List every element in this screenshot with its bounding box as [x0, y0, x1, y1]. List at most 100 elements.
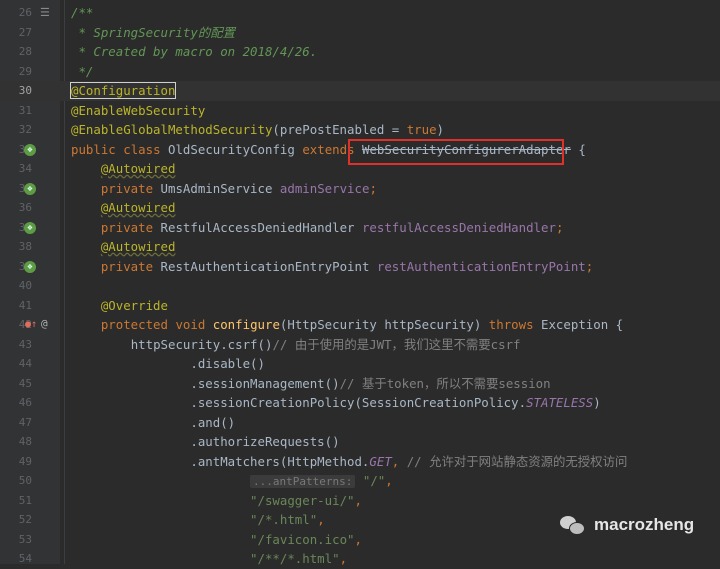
- code-line-45[interactable]: 45 .sessionManagement()// 基于token，所以不需要s…: [0, 374, 720, 394]
- code-line-54[interactable]: 54 "/**/*.html",: [0, 549, 720, 569]
- code-token: ,: [354, 492, 362, 508]
- line-number: 30: [18, 84, 32, 97]
- at-icon[interactable]: @: [41, 318, 48, 330]
- field-name[interactable]: restAuthenticationEntryPoint: [377, 259, 586, 274]
- line-number: 28: [18, 45, 32, 58]
- field-name[interactable]: adminService: [280, 181, 370, 196]
- code-line-36[interactable]: 36 @Autowired: [0, 198, 720, 218]
- parameter-hint: ...antPatterns:: [250, 475, 356, 488]
- wechat-icon: [560, 514, 586, 536]
- code-token: ;: [555, 219, 564, 235]
- line-number: 29: [18, 64, 32, 78]
- annotation-configuration[interactable]: @Configuration: [69, 82, 177, 99]
- keyword-void: void: [175, 317, 206, 332]
- line-number: 31: [18, 103, 32, 117]
- code-line-29[interactable]: 29 */: [0, 62, 720, 82]
- code-line-51[interactable]: 51 "/swagger-ui/",: [0, 491, 720, 511]
- code-token: {: [615, 317, 624, 332]
- doc-comment-open: /**: [71, 5, 94, 20]
- spring-bean-icon[interactable]: ❖: [24, 143, 36, 156]
- code-line-49[interactable]: 49 .antMatchers(HttpMethod.GET, // 允许对于网…: [0, 452, 720, 472]
- doc-comment-text: * SpringSecurity的配置: [71, 24, 235, 40]
- code-token: (prePostEnabled =: [272, 122, 407, 137]
- watermark-text: macrozheng: [594, 515, 695, 534]
- line-comment: // 由于使用的是JWT，我们这里不需要csrf: [272, 336, 521, 352]
- code-line-30[interactable]: 30 @Configuration: [0, 81, 720, 101]
- code-line-27[interactable]: 27 * SpringSecurity的配置: [0, 23, 720, 43]
- line-number: 34: [18, 162, 32, 175]
- static-constant[interactable]: STATELESS: [526, 395, 593, 410]
- code-token: ,: [354, 531, 362, 547]
- keyword-private: private: [100, 258, 154, 274]
- string-literal: "/*.html": [250, 512, 318, 527]
- spring-bean-icon[interactable]: ❖: [24, 221, 36, 234]
- keyword-class: class: [123, 141, 161, 157]
- code-line-31[interactable]: 31 @EnableWebSecurity: [0, 101, 720, 121]
- annotation-autowired[interactable]: @Autowired: [101, 239, 176, 254]
- keyword-true: true: [406, 122, 437, 137]
- code-token: .and(): [190, 414, 236, 430]
- code-line-46[interactable]: 46 .sessionCreationPolicy(SessionCreatio…: [0, 393, 720, 413]
- code-line-26[interactable]: 26 ☰ /**: [0, 3, 720, 23]
- code-token: .antMatchers(HttpMethod.: [190, 453, 370, 469]
- type-name[interactable]: RestfulAccessDeniedHandler: [161, 220, 355, 235]
- code-line-34[interactable]: 34 @Autowired: [0, 159, 720, 179]
- method-name[interactable]: configure: [213, 317, 280, 332]
- annotation-override[interactable]: @Override: [101, 298, 168, 313]
- class-name[interactable]: OldSecurityConfig: [168, 142, 295, 157]
- code-line-38[interactable]: 38 @Autowired: [0, 237, 720, 257]
- code-line-35[interactable]: 35 ❖ private UmsAdminService adminServic…: [0, 179, 720, 199]
- override-icon[interactable]: ●↑: [25, 319, 37, 331]
- keyword-protected: protected: [100, 317, 168, 332]
- line-number: 40: [18, 279, 32, 292]
- code-line-39[interactable]: 39 ❖ private RestAuthenticationEntryPoin…: [0, 257, 720, 277]
- line-number: 44: [18, 357, 32, 370]
- line-number: 53: [18, 532, 32, 546]
- code-line-48[interactable]: 48 .authorizeRequests(): [0, 432, 720, 452]
- code-token: httpSecurity.csrf(): [130, 336, 273, 352]
- code-line-40[interactable]: 40: [0, 276, 720, 296]
- spring-bean-icon[interactable]: ❖: [24, 260, 36, 273]
- line-number: 46: [18, 396, 32, 409]
- spring-bean-icon[interactable]: ❖: [24, 182, 36, 195]
- code-line-50[interactable]: 50 ...antPatterns: "/",: [0, 471, 720, 491]
- type-name[interactable]: Exception: [541, 317, 608, 332]
- code-line-44[interactable]: 44 .disable(): [0, 354, 720, 374]
- line-number: 38: [18, 240, 32, 253]
- list-icon[interactable]: ☰: [40, 7, 50, 19]
- keyword-throws: throws: [488, 317, 534, 332]
- code-line-43[interactable]: 43 httpSecurity.csrf()// 由于使用的是JWT，我们这里不…: [0, 335, 720, 355]
- code-line-47[interactable]: 47 .and(): [0, 413, 720, 433]
- line-number: 47: [18, 415, 32, 429]
- code-token: {: [578, 141, 586, 157]
- type-name[interactable]: UmsAdminService: [161, 181, 273, 196]
- code-line-32[interactable]: 32 @EnableGlobalMethodSecurity(prePostEn…: [0, 120, 720, 140]
- code-line-28[interactable]: 28 * Created by macro on 2018/4/26.: [0, 42, 720, 62]
- doc-comment-text: * Created by macro on 2018/4/26.: [71, 44, 318, 59]
- code-token: ): [436, 122, 445, 137]
- keyword-private: private: [100, 180, 154, 196]
- code-token: ,: [385, 473, 393, 488]
- static-constant[interactable]: GET: [369, 454, 391, 469]
- code-line-42[interactable]: 42 ●↑ @ protected void configure(HttpSec…: [0, 315, 720, 335]
- annotation-enable-web-security[interactable]: @EnableWebSecurity: [71, 103, 205, 118]
- code-token: .disable(): [190, 356, 265, 371]
- annotation-autowired[interactable]: @Autowired: [101, 200, 176, 215]
- field-name[interactable]: restfulAccessDeniedHandler: [362, 220, 556, 235]
- annotation-enable-global-method-security[interactable]: @EnableGlobalMethodSecurity: [71, 122, 272, 137]
- code-token: (HttpSecurity httpSecurity): [279, 317, 489, 332]
- code-token: ): [593, 395, 601, 410]
- line-number: 36: [18, 201, 32, 214]
- doc-comment-close: */: [71, 63, 94, 79]
- line-comment: // 允许对于网站静态资源的无授权访问: [406, 453, 628, 469]
- annotation-autowired[interactable]: @Autowired: [101, 161, 176, 176]
- line-number: 54: [18, 552, 32, 565]
- line-comment: // 基于token，所以不需要session: [339, 375, 551, 391]
- line-number: 32: [18, 123, 32, 136]
- line-number: 27: [18, 25, 32, 39]
- code-line-37[interactable]: 37 ❖ private RestfulAccessDeniedHandler …: [0, 218, 720, 238]
- type-name[interactable]: RestAuthenticationEntryPoint: [161, 259, 370, 274]
- code-line-41[interactable]: 41 @Override: [0, 296, 720, 316]
- code-token: ,: [391, 453, 407, 469]
- code-editor[interactable]: 26 ☰ /** 27 * SpringSecurity的配置 28 * Cre…: [0, 0, 720, 566]
